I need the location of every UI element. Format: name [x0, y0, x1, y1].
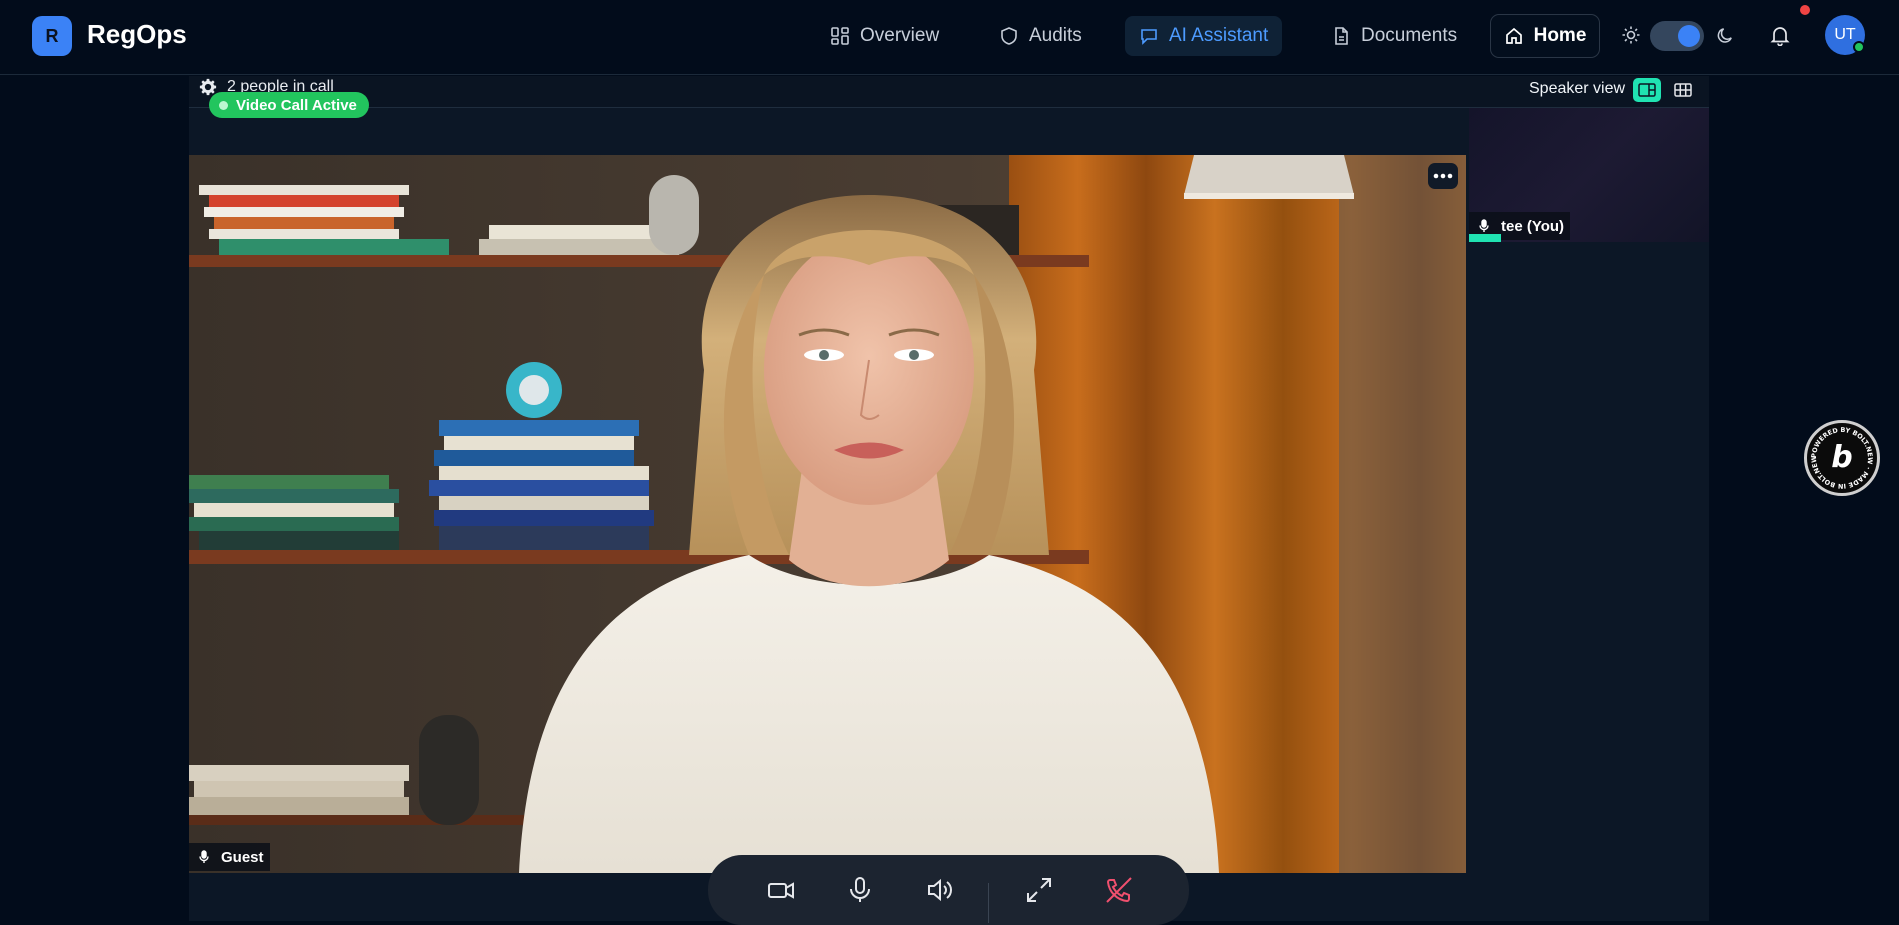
- camera-icon: [768, 882, 794, 899]
- notification-dot: [1800, 5, 1810, 15]
- grid-layout-icon: [1674, 83, 1692, 97]
- mic-icon: [199, 850, 209, 863]
- shield-icon: [1001, 27, 1017, 45]
- top-navbar: R RegOps Overview Audits AI Assistant Do…: [0, 0, 1899, 75]
- video-call-panel: 2 people in call Speaker view Video Call…: [189, 76, 1709, 921]
- app-logo[interactable]: R: [32, 16, 72, 56]
- home-button[interactable]: Home: [1490, 14, 1600, 58]
- nav-audits-label: Audits: [1029, 25, 1082, 46]
- speaker-view-button[interactable]: [1633, 78, 1661, 102]
- phone-off-icon: [1106, 877, 1132, 903]
- microphone-icon: [850, 877, 870, 902]
- participant-video-frame: [189, 155, 1466, 873]
- controls-divider: [988, 883, 989, 923]
- svg-text:b: b: [1831, 440, 1852, 475]
- microphone-button[interactable]: [842, 872, 878, 908]
- ellipsis-icon: [1433, 173, 1453, 179]
- call-status-badge: Video Call Active: [209, 92, 369, 118]
- speaker-layout-icon: [1638, 83, 1656, 97]
- nav-documents-label: Documents: [1361, 25, 1458, 46]
- online-status-dot: [1853, 41, 1865, 53]
- end-call-button[interactable]: [1101, 872, 1137, 908]
- nav-documents[interactable]: Documents: [1317, 16, 1471, 56]
- moon-icon[interactable]: [1714, 24, 1736, 46]
- call-status-label: Video Call Active: [236, 96, 357, 114]
- fullscreen-button[interactable]: [1021, 872, 1057, 908]
- nav-ai-assistant[interactable]: AI Assistant: [1125, 16, 1283, 56]
- main-participant-tag: Guest: [189, 843, 270, 871]
- speaker-button[interactable]: [922, 872, 958, 908]
- nav-audits[interactable]: Audits: [985, 16, 1096, 56]
- self-participant-name: tee (You): [1501, 217, 1565, 235]
- sun-icon[interactable]: [1620, 24, 1642, 46]
- expand-icon: [1027, 878, 1051, 902]
- grid-icon: [831, 27, 849, 45]
- more-options-button[interactable]: [1428, 163, 1458, 189]
- document-icon: [1335, 27, 1348, 45]
- main-video-feed[interactable]: [189, 155, 1466, 873]
- grid-view-button[interactable]: [1669, 78, 1697, 102]
- call-controls-bar: [708, 855, 1189, 925]
- speaker-icon: [928, 878, 952, 902]
- main-participant-name: Guest: [221, 848, 264, 866]
- bolt-logo-icon: POWERED BY BOLT.NEW · MADE IN BOLT.NEW b: [1810, 426, 1874, 490]
- chat-icon: [1141, 29, 1157, 45]
- nav-ai-assistant-label: AI Assistant: [1169, 25, 1269, 46]
- nav-overview-label: Overview: [860, 25, 940, 46]
- theme-toggle[interactable]: [1650, 21, 1704, 51]
- call-header: 2 people in call Speaker view: [189, 76, 1709, 108]
- status-dot: [219, 100, 228, 110]
- app-name[interactable]: RegOps: [87, 19, 187, 50]
- nav-overview[interactable]: Overview: [816, 16, 953, 56]
- bolt-badge-logo[interactable]: POWERED BY BOLT.NEW · MADE IN BOLT.NEW b: [1804, 420, 1880, 496]
- camera-button[interactable]: [763, 872, 799, 908]
- theme-toggle-knob: [1678, 25, 1700, 47]
- home-icon: [1505, 27, 1522, 44]
- bell-icon[interactable]: [1768, 23, 1792, 47]
- home-button-label: Home: [1533, 25, 1587, 46]
- view-mode-label: Speaker view: [1529, 80, 1626, 97]
- mic-icon: [1479, 219, 1489, 232]
- speaking-indicator: [1469, 234, 1501, 242]
